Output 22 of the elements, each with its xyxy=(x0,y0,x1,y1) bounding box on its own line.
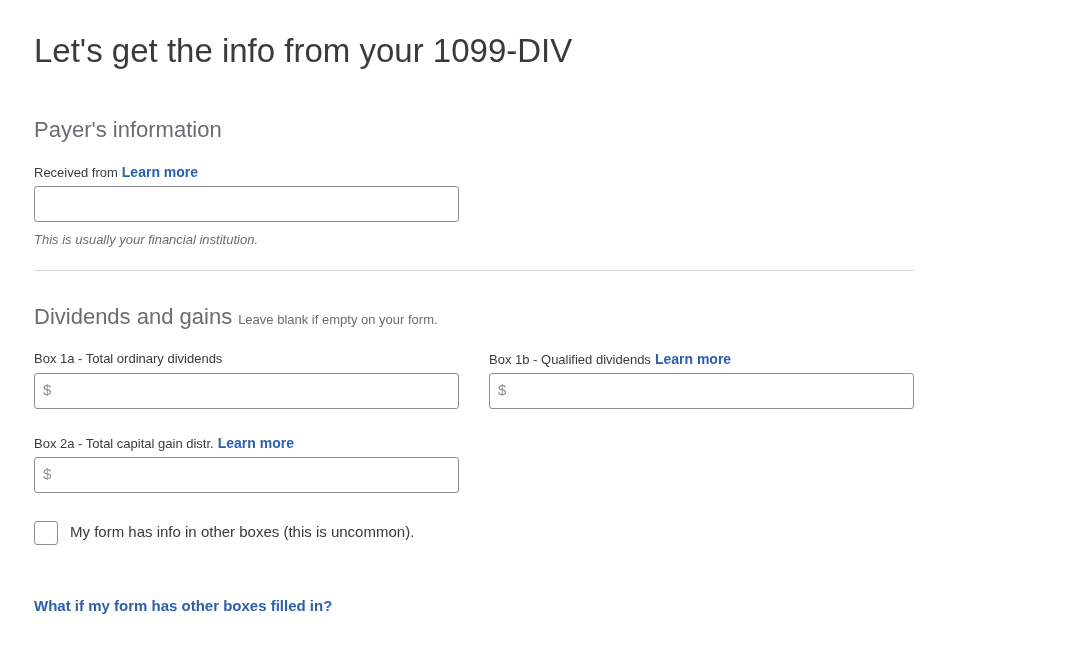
checkbox[interactable] xyxy=(34,520,58,545)
section-heading: Dividends and gains xyxy=(34,302,233,331)
text-field[interactable] xyxy=(34,186,459,222)
amount-field[interactable]: $ xyxy=(34,372,459,409)
field-label: Box 1b - Qualified dividends xyxy=(489,350,651,369)
dollar-prefix: $ xyxy=(43,380,52,401)
dollar-prefix: $ xyxy=(43,464,52,485)
learn-more-link[interactable]: Learn more xyxy=(217,432,294,454)
field-hint: This is usually your financial institution. xyxy=(34,231,259,249)
field-label: Box 2a - Total capital gain distr. xyxy=(34,434,214,453)
learn-more-link[interactable]: Learn more xyxy=(121,162,199,183)
learn-more-link[interactable]: Learn more xyxy=(654,348,732,370)
amount-field[interactable]: $ xyxy=(489,372,914,409)
field-label: Received from xyxy=(34,164,118,182)
section-heading: Payer's information xyxy=(34,116,223,144)
amount-field[interactable]: $ xyxy=(34,456,459,493)
section-note: Leave blank if empty on your form. xyxy=(238,310,438,329)
help-link[interactable]: What if my form has other boxes filled in? xyxy=(34,594,333,617)
dollar-prefix: $ xyxy=(498,380,507,401)
page-title: Let's get the info from your 1099-DIV xyxy=(34,31,574,71)
checkbox-label: My form has info in other boxes (this is uncommon). xyxy=(70,522,415,543)
field-label: Box 1a - Total ordinary dividends xyxy=(34,349,223,368)
